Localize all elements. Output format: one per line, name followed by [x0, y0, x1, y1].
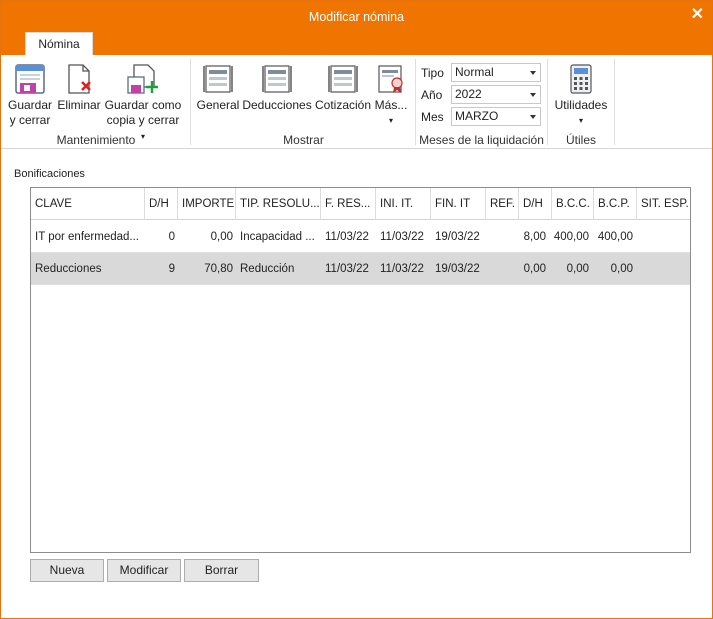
column-header-bcp[interactable]: B.C.P.	[594, 188, 637, 220]
dropdown-arrow-icon: ▾	[578, 116, 583, 125]
column-header-importe[interactable]: IMPORTE	[178, 188, 236, 220]
deducciones-sheet-icon	[262, 65, 292, 93]
bonificaciones-grid: CLAVE D/H IMPORTE TIP. RESOLU... F. RES.…	[30, 187, 691, 553]
anio-select[interactable]: 2022	[451, 85, 541, 104]
cell-sit-esp	[637, 253, 690, 285]
meses-group-label: Meses de la liquidación	[419, 133, 544, 147]
column-header-fin-it[interactable]: FIN. IT	[431, 188, 486, 220]
cell-clave: Reducciones	[35, 263, 102, 275]
save-copy-icon	[127, 64, 158, 94]
cell-dh-2: 8,00	[523, 231, 546, 243]
column-header-dh-2[interactable]: D/H	[519, 188, 552, 220]
column-header-tip-resolucion[interactable]: TIP. RESOLU...	[236, 188, 321, 220]
cell-dh: 0	[168, 231, 175, 243]
column-header-ref[interactable]: REF.	[486, 188, 519, 220]
column-header-clave[interactable]: CLAVE	[31, 188, 145, 220]
modificar-nomina-window: Modificar nómina ✕ Nómina Guardar y cerr…	[0, 0, 713, 619]
tipo-value: Normal	[455, 65, 494, 79]
mantenimiento-group-label: Mantenimiento	[56, 133, 136, 147]
column-header-sit-esp[interactable]: SIT. ESP.	[637, 188, 690, 220]
window-title: Modificar nómina	[308, 10, 405, 24]
tab-nomina[interactable]: Nómina	[25, 32, 93, 56]
modificar-button[interactable]: Modificar	[107, 559, 181, 582]
close-icon[interactable]: ✕	[691, 4, 704, 24]
cotizacion-label: Cotización	[314, 98, 372, 112]
guardar-label-2: y cerrar	[9, 113, 51, 127]
general-label: General	[196, 98, 240, 112]
cell-ini-it: 11/03/22	[380, 263, 424, 275]
table-row[interactable]: Reducciones 9 70,80 Reducción 11/03/22 1…	[31, 253, 690, 285]
cotizacion-sheet-icon	[328, 65, 358, 93]
save-icon	[15, 64, 45, 94]
cell-dh-2: 0,00	[523, 263, 546, 275]
guardar-como-label-1: Guardar como	[104, 98, 182, 112]
table-row[interactable]: IT por enfermedad... 0 0,00 Incapacidad …	[31, 221, 690, 253]
certificate-icon	[378, 65, 403, 93]
cell-bcc: 400,00	[553, 231, 589, 243]
chevron-down-icon	[530, 71, 536, 75]
tipo-select[interactable]: Normal	[451, 63, 541, 82]
general-button[interactable]: General	[196, 63, 240, 113]
ribbon-separator	[614, 59, 615, 145]
cell-bcp: 0,00	[610, 263, 633, 275]
general-sheet-icon	[203, 65, 233, 93]
eliminar-label: Eliminar	[57, 98, 101, 112]
tipo-label: Tipo	[421, 66, 444, 80]
dropdown-arrow-icon: ▾	[388, 116, 393, 125]
column-header-ini-it[interactable]: INI. IT.	[376, 188, 431, 220]
nueva-button[interactable]: Nueva	[30, 559, 104, 582]
utilidades-button[interactable]: Utilidades ▾	[553, 63, 609, 128]
mes-select[interactable]: MARZO	[451, 107, 541, 126]
borrar-button[interactable]: Borrar	[184, 559, 259, 582]
anio-label: Año	[421, 88, 443, 102]
cotizacion-button[interactable]: Cotización	[314, 63, 372, 113]
cell-sit-esp	[637, 221, 690, 253]
guardar-como-copia-button[interactable]: Guardar como copia y cerrar ▾	[104, 63, 182, 144]
column-header-bcc[interactable]: B.C.C.	[552, 188, 594, 220]
delete-document-icon	[68, 64, 91, 94]
deducciones-button[interactable]: Deducciones	[242, 63, 312, 113]
cell-importe: 70,80	[204, 263, 233, 275]
title-bar: Modificar nómina ✕ Nómina	[1, 1, 712, 56]
cell-tip-resolucion: Incapacidad ...	[240, 231, 315, 243]
deducciones-label: Deducciones	[242, 98, 312, 112]
cell-f-resolucion: 11/03/22	[325, 231, 369, 243]
cell-bcc: 0,00	[566, 263, 589, 275]
cell-importe: 0,00	[210, 231, 233, 243]
column-header-f-resolucion[interactable]: F. RES...	[321, 188, 376, 220]
mes-value: MARZO	[455, 109, 499, 123]
utiles-group-label: Útiles	[565, 133, 596, 147]
eliminar-button[interactable]: Eliminar	[56, 63, 102, 113]
cell-clave: IT por enfermedad...	[35, 231, 139, 243]
chevron-down-icon	[530, 93, 536, 97]
mas-button[interactable]: Más... ▾	[373, 63, 409, 128]
bonificaciones-title: Bonificaciones	[14, 168, 85, 180]
utilidades-label: Utilidades	[554, 98, 608, 112]
guardar-y-cerrar-button[interactable]: Guardar y cerrar	[7, 63, 53, 128]
mas-label: Más...	[374, 98, 408, 112]
mes-label: Mes	[421, 110, 444, 124]
cell-dh: 9	[168, 263, 175, 275]
cell-ini-it: 11/03/22	[380, 231, 424, 243]
column-header-dh[interactable]: D/H	[145, 188, 178, 220]
cell-tip-resolucion: Reducción	[240, 263, 295, 275]
anio-value: 2022	[455, 87, 482, 101]
chevron-down-icon	[530, 115, 536, 119]
grid-header: CLAVE D/H IMPORTE TIP. RESOLU... F. RES.…	[31, 188, 690, 220]
ribbon: Guardar y cerrar Eliminar Guardar como c…	[1, 55, 712, 149]
cell-f-resolucion: 11/03/22	[325, 263, 369, 275]
cell-fin-it: 19/03/22	[435, 231, 480, 243]
cell-bcp: 400,00	[597, 231, 633, 243]
guardar-label-1: Guardar	[7, 98, 53, 112]
mostrar-group-label: Mostrar	[283, 133, 324, 147]
cell-ref	[486, 253, 519, 285]
cell-ref	[486, 221, 519, 253]
calculator-icon	[570, 64, 592, 94]
cell-fin-it: 19/03/22	[435, 263, 480, 275]
